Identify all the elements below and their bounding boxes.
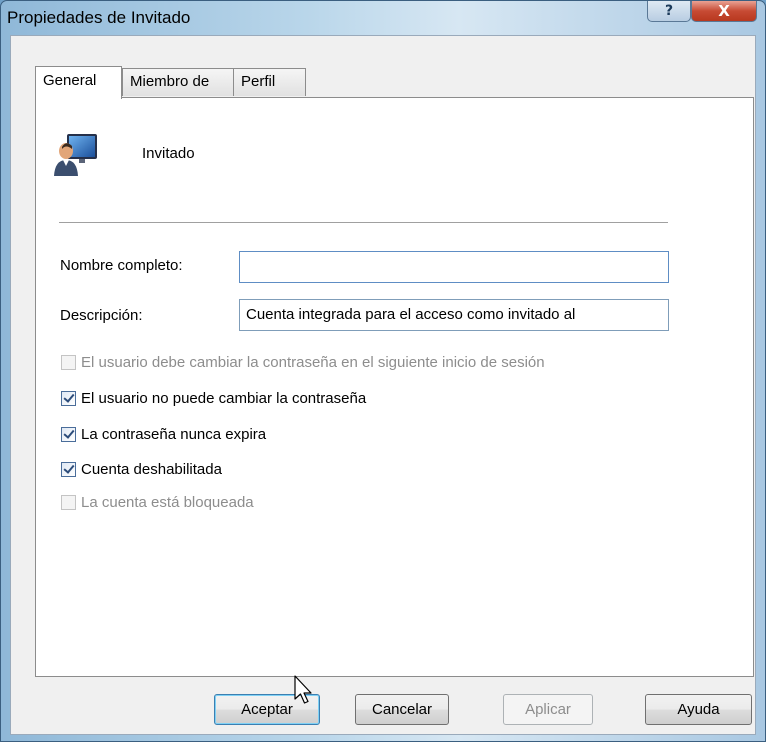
checkbox-box[interactable] (61, 390, 76, 406)
window-title: Propiedades de Invitado (7, 8, 191, 27)
checkbox-account-disabled[interactable]: Cuenta deshabilitada (61, 459, 222, 479)
description-label: Descripción: (60, 307, 143, 324)
title-bar[interactable]: Propiedades de Invitado ? X (1, 1, 765, 35)
properties-dialog: Propiedades de Invitado ? X General Miem… (0, 0, 766, 742)
user-computer-icon (54, 134, 97, 176)
divider (59, 222, 668, 223)
user-name: Invitado (142, 145, 195, 162)
checkbox-box[interactable] (61, 461, 76, 477)
checkbox-label: El usuario no puede cambiar la contraseñ… (81, 389, 367, 407)
checkbox-label: La cuenta está bloqueada (81, 493, 254, 511)
checkbox-cannot-change-password[interactable]: El usuario no puede cambiar la contraseñ… (61, 388, 366, 408)
checkbox-box[interactable] (61, 494, 76, 510)
checkbox-label: El usuario debe cambiar la contraseña en… (81, 353, 545, 371)
cancel-button[interactable]: Cancelar (355, 694, 449, 725)
apply-button[interactable]: Aplicar (503, 694, 593, 725)
general-tab-panel: Invitado Nombre completo: Descripción: C… (35, 97, 754, 677)
checkbox-box[interactable] (61, 354, 76, 370)
help-dialog-button[interactable]: Ayuda (645, 694, 752, 725)
checkbox-box[interactable] (61, 426, 76, 442)
checkbox-password-never-expires[interactable]: La contraseña nunca expira (61, 424, 266, 444)
tab-perfil[interactable]: Perfil (233, 68, 306, 96)
dialog-client-area: General Miembro de Perfil Invitado Nombr… (10, 35, 756, 735)
description-field[interactable]: Cuenta integrada para el acceso como inv… (239, 299, 669, 331)
checkbox-must-change-password[interactable]: El usuario debe cambiar la contraseña en… (61, 352, 545, 372)
help-button[interactable]: ? (647, 1, 691, 22)
full-name-label: Nombre completo: (60, 257, 183, 274)
checkbox-label: La contraseña nunca expira (81, 425, 267, 443)
tab-general[interactable]: General (35, 66, 122, 99)
checkbox-label: Cuenta deshabilitada (81, 460, 222, 478)
mouse-cursor-icon (294, 675, 312, 704)
full-name-field[interactable] (239, 251, 669, 283)
tab-miembro-de[interactable]: Miembro de (122, 68, 234, 96)
checkbox-account-locked[interactable]: La cuenta está bloqueada (61, 492, 254, 512)
close-button[interactable]: X (691, 1, 757, 22)
